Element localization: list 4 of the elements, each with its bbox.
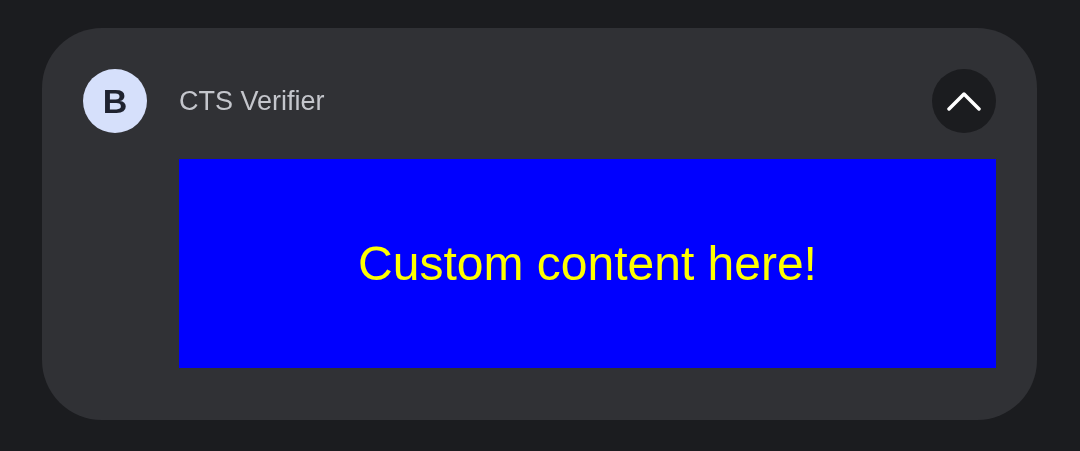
app-icon: B xyxy=(83,69,147,133)
custom-content-text: Custom content here! xyxy=(358,235,817,292)
chevron-icon xyxy=(947,91,981,111)
app-name: CTS Verifier xyxy=(179,84,325,118)
